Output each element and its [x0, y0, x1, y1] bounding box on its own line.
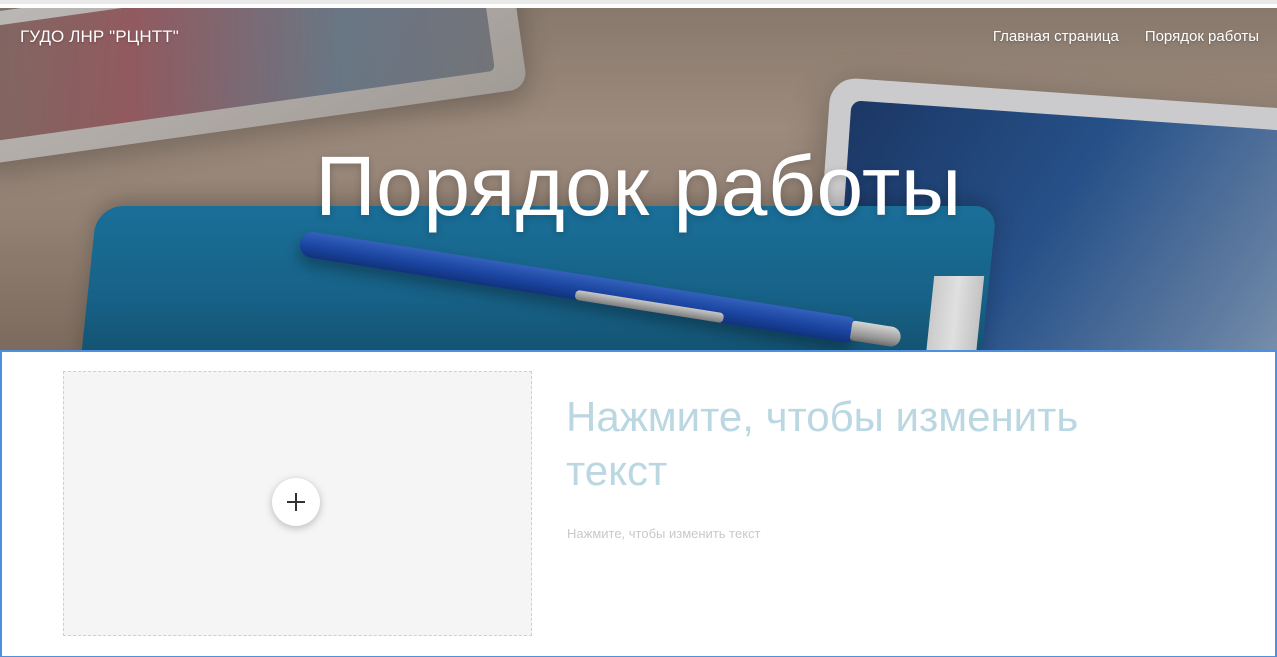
nav-link-home[interactable]: Главная страница — [993, 28, 1119, 45]
page-title[interactable]: Порядок работы — [0, 138, 1277, 235]
site-brand[interactable]: ГУДО ЛНР "РЦНТТ" — [20, 27, 179, 47]
top-navigation: Главная страница Порядок работы — [993, 28, 1259, 45]
editable-body-text[interactable]: Нажмите, чтобы изменить текст — [567, 526, 760, 541]
image-placeholder[interactable] — [63, 371, 532, 636]
hero-banner: ГУДО ЛНР "РЦНТТ" Главная страница Порядо… — [0, 8, 1277, 350]
page-frame: ГУДО ЛНР "РЦНТТ" Главная страница Порядо… — [0, 0, 1277, 657]
add-image-button[interactable] — [272, 478, 320, 526]
nav-link-work-order[interactable]: Порядок работы — [1145, 28, 1259, 45]
plus-icon — [287, 493, 305, 511]
content-block-editor: Нажмите, чтобы изменить текст Нажмите, ч… — [0, 350, 1277, 657]
editable-heading[interactable]: Нажмите, чтобы изменить текст — [566, 390, 1166, 498]
